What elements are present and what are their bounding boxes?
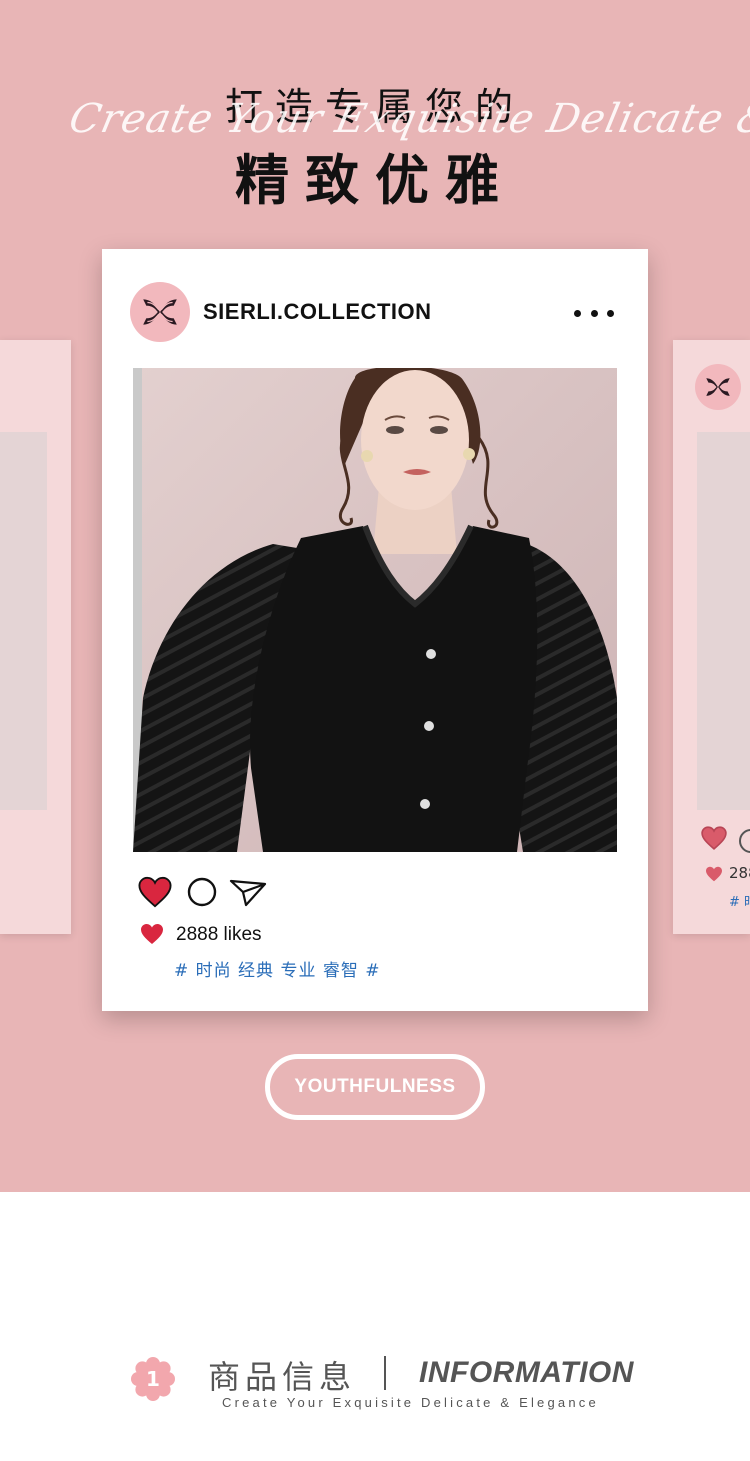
hero-section: 打造专属您的 Create Your Exquisite Delicate & … [0, 0, 750, 1192]
side-card-avatar [695, 364, 741, 410]
side-card-photo [697, 432, 750, 810]
share-icon[interactable] [228, 876, 268, 908]
logo-icon [706, 378, 730, 396]
heart-icon [141, 924, 163, 944]
logo-icon [143, 299, 177, 325]
action-row [138, 876, 278, 912]
heart-icon [706, 866, 722, 882]
youthfulness-badge[interactable]: YOUTHFULNESS [265, 1054, 485, 1120]
title-line-2: 精致优雅 [235, 149, 515, 212]
comment-icon [739, 829, 750, 853]
heart-icon[interactable] [138, 876, 172, 908]
side-card-right: 2888 likes # 时 [673, 340, 750, 934]
post-card: SIERLI.COLLECTION 2888 likes # 时尚 经典 专业 … [102, 249, 648, 1011]
info-title-en: INFORMATION [419, 1356, 634, 1389]
comment-icon[interactable] [186, 876, 218, 908]
more-icon[interactable] [574, 301, 614, 325]
info-title-cn: 商品信息 [208, 1358, 357, 1396]
hashtags[interactable]: # 时尚 经典 专业 睿智 # [174, 956, 381, 981]
username[interactable]: SIERLI.COLLECTION [203, 299, 432, 325]
info-number: 1 [146, 1367, 160, 1391]
side-card-hashtags: # 时 [729, 895, 750, 910]
info-section: 1 商品信息 INFORMATION Create Your Exquisite… [0, 1192, 750, 1461]
post-photo [133, 368, 617, 852]
likes-count: 2888 likes [176, 924, 262, 945]
avatar[interactable] [130, 282, 190, 342]
info-subtitle: Create Your Exquisite Delicate & Eleganc… [222, 1395, 599, 1410]
side-card-photo [0, 432, 47, 810]
side-card-left [0, 340, 71, 934]
side-card-likes: 2888 likes [729, 864, 750, 882]
info-divider [384, 1356, 386, 1390]
heart-icon [701, 826, 727, 850]
flower-icon: 1 [131, 1357, 175, 1401]
likes-row: 2888 likes [140, 923, 262, 947]
